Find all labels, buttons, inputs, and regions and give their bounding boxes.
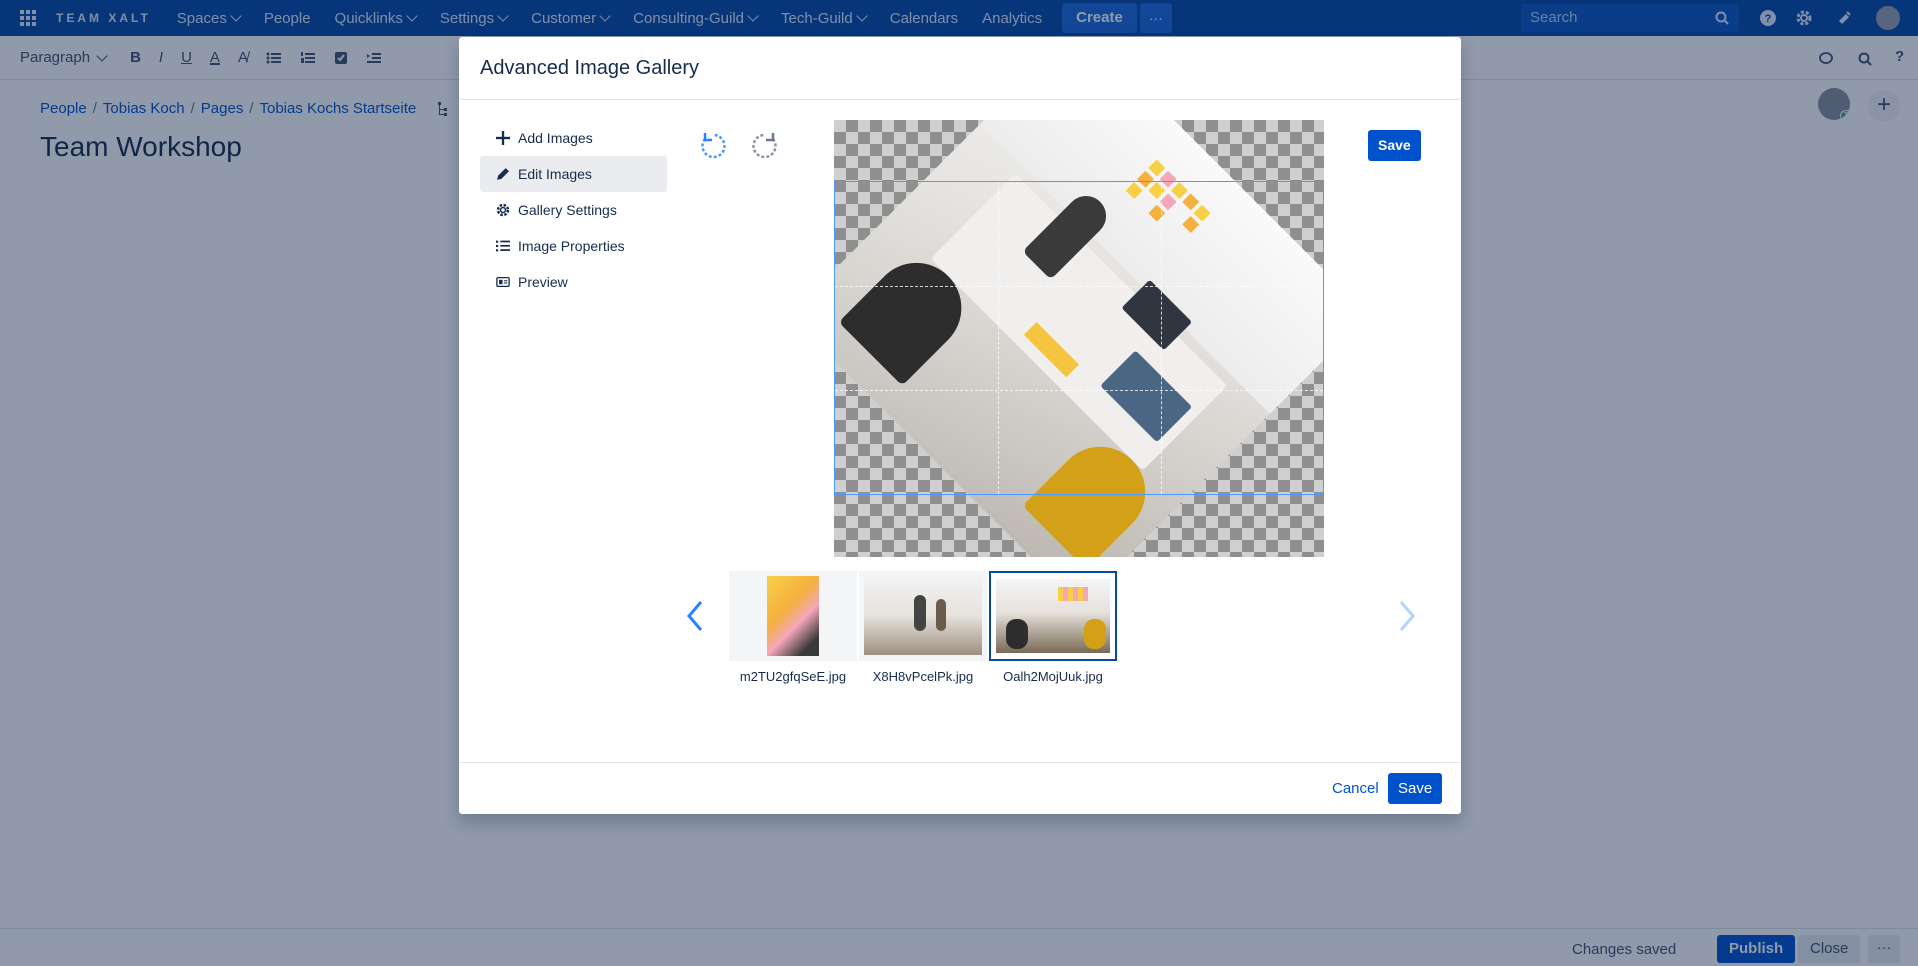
menu-label: Preview xyxy=(518,274,568,290)
thumbnail-item[interactable]: m2TU2gfqSeE.jpg xyxy=(729,571,857,684)
thumbnail-filename: Oalh2MojUuk.jpg xyxy=(1003,669,1103,684)
thumbnail-image xyxy=(729,571,857,661)
rotate-right-icon[interactable] xyxy=(749,130,781,162)
menu-image-properties[interactable]: Image Properties xyxy=(480,228,667,264)
menu-label: Add Images xyxy=(518,130,593,146)
preview-icon xyxy=(496,276,510,288)
divider xyxy=(459,762,1461,763)
gear-icon xyxy=(496,203,510,217)
menu-label: Gallery Settings xyxy=(518,202,617,218)
rotate-left-icon[interactable] xyxy=(697,130,729,162)
thumbnail-item-selected[interactable]: Oalh2MojUuk.jpg xyxy=(989,571,1117,684)
gallery-menu: Add Images Edit Images Gallery Settings … xyxy=(480,120,667,300)
divider xyxy=(459,99,1461,100)
chevron-left-icon[interactable] xyxy=(685,599,705,633)
menu-add-images[interactable]: Add Images xyxy=(480,120,667,156)
thumbnail-item[interactable]: X8H8vPcelPk.jpg xyxy=(859,571,987,684)
thumbnail-filename: X8H8vPcelPk.jpg xyxy=(872,669,974,684)
thumbnail-image xyxy=(989,571,1117,661)
chevron-right-icon[interactable] xyxy=(1397,599,1417,633)
menu-gallery-settings[interactable]: Gallery Settings xyxy=(480,192,667,228)
thumbnail-filename: m2TU2gfqSeE.jpg xyxy=(739,669,847,684)
menu-label: Edit Images xyxy=(518,166,592,182)
dialog-title: Advanced Image Gallery xyxy=(480,57,700,79)
menu-preview[interactable]: Preview xyxy=(480,264,667,300)
menu-label: Image Properties xyxy=(518,238,625,254)
save-edit-button[interactable]: Save xyxy=(1368,130,1421,161)
pencil-icon xyxy=(497,168,509,180)
crop-selection[interactable] xyxy=(834,181,1324,495)
cancel-button[interactable]: Cancel xyxy=(1332,780,1379,797)
save-button[interactable]: Save xyxy=(1388,773,1443,804)
list-icon xyxy=(496,240,510,252)
thumbnail-strip: m2TU2gfqSeE.jpg X8H8vPcelPk.jpg Oalh2Moj… xyxy=(729,571,1117,684)
plus-icon xyxy=(496,131,510,145)
advanced-image-gallery-dialog: Advanced Image Gallery Add Images Edit I… xyxy=(459,37,1461,814)
menu-edit-images[interactable]: Edit Images xyxy=(480,156,667,192)
thumbnail-image xyxy=(859,571,987,661)
